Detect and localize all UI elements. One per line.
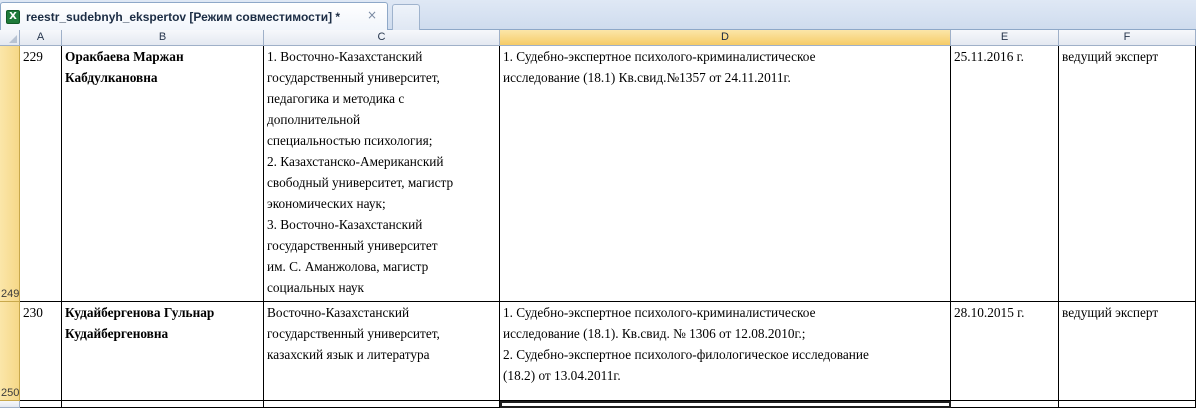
cell-text-line: экономических наук;: [267, 196, 386, 211]
cell-text-line: Восточно-Казахстанский: [267, 305, 410, 320]
column-header-d[interactable]: D: [500, 30, 951, 45]
cell-f251[interactable]: [1059, 401, 1196, 408]
cell-d250[interactable]: 1. Судебно-экспертное психолого-криминал…: [500, 302, 951, 401]
cell-a250[interactable]: 230: [20, 302, 62, 401]
cell-e251[interactable]: [951, 401, 1059, 408]
row-header-250[interactable]: 250: [0, 302, 20, 401]
cell-text-line: 3. Восточно-Казахстанский: [267, 217, 423, 232]
excel-icon: X: [6, 9, 20, 24]
cell-b249[interactable]: Оракбаева Маржан Кабдулкановна: [62, 46, 264, 302]
cell-text-line: 2. Казахстанско-Американский: [267, 154, 444, 169]
cell-c250[interactable]: Восточно-Казахстанский государственный у…: [264, 302, 500, 401]
workbook-tab[interactable]: X reestr_sudebnyh_ekspertov [Режим совме…: [0, 2, 388, 30]
column-header-a[interactable]: A: [20, 30, 62, 45]
cell-text-line: Оракбаева Маржан: [65, 49, 184, 64]
cell-b250[interactable]: Кудайбергенова Гульнар Кудайбергеновна: [62, 302, 264, 401]
cell-f250[interactable]: ведущий эксперт: [1059, 302, 1196, 401]
cell-text-line: государственный университет: [267, 238, 438, 253]
workbook-tab-strip: X reestr_sudebnyh_ekspertov [Режим совме…: [0, 0, 1196, 30]
cell-text-line: казахский язык и литература: [267, 347, 430, 362]
column-header-c[interactable]: C: [264, 30, 500, 45]
new-tab-button[interactable]: [392, 4, 420, 30]
close-icon[interactable]: ×: [365, 8, 379, 22]
cell-a249[interactable]: 229: [20, 46, 62, 302]
cell-text-line: им. С. Аманжолова, магистр: [267, 259, 429, 274]
cell-text-line: социальных наук: [267, 280, 364, 295]
cell-text-line: педагогика и методика с: [267, 91, 405, 106]
cell-d251-active[interactable]: [500, 401, 951, 408]
column-header-b[interactable]: B: [62, 30, 264, 45]
cell-d249[interactable]: 1. Судебно-экспертное психолого-криминал…: [500, 46, 951, 302]
cell-c249[interactable]: 1. Восточно-Казахстанский государственны…: [264, 46, 500, 302]
column-header-e[interactable]: E: [951, 30, 1059, 45]
column-header-row: A B C D E F: [0, 30, 1196, 46]
cell-f249[interactable]: ведущий эксперт: [1059, 46, 1196, 302]
cell-text-line: 1. Восточно-Казахстанский: [267, 49, 423, 64]
cell-text-line: исследование (18.1) Кв.свид.№1357 от 24.…: [503, 70, 791, 85]
cell-text-line: Кудайбергенова Гульнар: [65, 305, 215, 320]
cell-text-line: государственный университет,: [267, 70, 440, 85]
select-all-button[interactable]: [0, 30, 20, 45]
row-header-249[interactable]: 249: [0, 46, 20, 302]
row-header-next[interactable]: [0, 401, 20, 408]
workbook-title: reestr_sudebnyh_ekspertov [Режим совмест…: [26, 9, 341, 24]
cell-text-line: 2. Судебно-экспертное психолого-филологи…: [503, 347, 869, 362]
cell-text-line: государственный университет,: [267, 326, 440, 341]
cell-text-line: исследование (18.1). Кв.свид. № 1306 от …: [503, 326, 806, 341]
cell-text-line: Кудайбергеновна: [65, 326, 169, 341]
cell-a251[interactable]: [20, 401, 62, 408]
cell-text-line: свободный университет, магистр: [267, 175, 454, 190]
cell-text-line: Кабдулкановна: [65, 70, 158, 85]
cell-text-line: 1. Судебно-экспертное психолого-криминал…: [503, 305, 816, 320]
cell-e250[interactable]: 28.10.2015 г.: [951, 302, 1059, 401]
column-header-f[interactable]: F: [1059, 30, 1196, 45]
cell-text-line: 1. Судебно-экспертное психолого-криминал…: [503, 49, 816, 64]
cell-b251[interactable]: [62, 401, 264, 408]
cell-text-line: (18.2) от 13.04.2011г.: [503, 368, 621, 383]
cell-c251[interactable]: [264, 401, 500, 408]
row-number: 249: [1, 288, 20, 300]
cell-text-line: дополнительной: [267, 112, 361, 127]
spreadsheet-grid: 249 229 Оракбаева Маржан Кабдулкановна 1…: [0, 46, 1196, 408]
cell-e249[interactable]: 25.11.2016 г.: [951, 46, 1059, 302]
row-number: 250: [1, 387, 20, 399]
cell-text-line: специальностью психология;: [267, 133, 433, 148]
